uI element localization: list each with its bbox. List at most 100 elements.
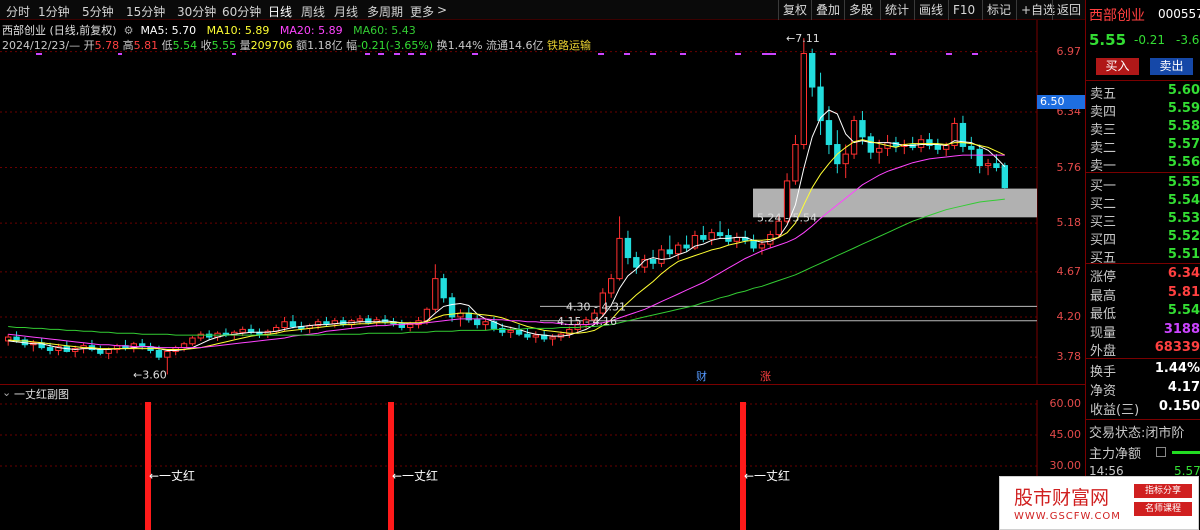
buy-button[interactable]: 买入 <box>1096 58 1139 75</box>
period-tab-fenshi[interactable]: 分时 <box>6 3 30 20</box>
ask-row-label: 卖四 <box>1090 105 1117 120</box>
signal-dot <box>735 53 741 55</box>
sub-axis-30: 30.00 <box>1049 459 1082 472</box>
candle-body <box>46 347 54 351</box>
sub-indicator-chart[interactable]: ←一丈红 ←一丈红 ←一丈红 <box>0 400 1085 530</box>
event-marker: 涨 <box>760 370 771 383</box>
price-tick-label: 6.97 <box>1056 44 1082 58</box>
candle-body <box>407 324 414 328</box>
period-tab-1min[interactable]: 1分钟 <box>38 3 70 20</box>
multi-stock-button[interactable]: 多股 <box>844 0 877 20</box>
quote-panel: 西部创业 000557 5.55 -0.21 -3.65 买入 卖出 卖五 5.6… <box>1085 0 1200 530</box>
candle-body <box>239 328 246 333</box>
mark-button[interactable]: 标记 <box>982 0 1015 20</box>
candle-body <box>532 334 539 338</box>
stat-row: 现量 3188 <box>1090 322 1200 341</box>
candle-body <box>432 278 439 310</box>
signal-dot <box>972 53 978 55</box>
ask-row-value: 5.59 <box>1167 101 1200 116</box>
checkbox-icon[interactable] <box>1156 447 1166 457</box>
signal-bar <box>740 402 746 530</box>
bid-row-value: 5.55 <box>1167 175 1200 190</box>
signal-dot <box>680 53 686 55</box>
period-tab-weekly[interactable]: 周线 <box>301 3 325 20</box>
signal-dot <box>36 53 42 55</box>
period-tab-multi[interactable]: 多周期 <box>367 3 403 20</box>
ma20-line <box>8 154 1005 349</box>
event-marker: 财 <box>696 369 707 383</box>
candle-body <box>164 350 171 358</box>
stat-row-label: 现量 <box>1090 325 1117 341</box>
candle-body <box>934 144 941 150</box>
trade-status: 交易状态:闭市阶 <box>1089 422 1184 441</box>
collapse-chevron-icon[interactable]: ⌄ <box>2 386 11 399</box>
stat-row-label: 换手 <box>1090 365 1117 380</box>
stat-row: 最低 5.54 <box>1090 303 1200 322</box>
period-tab-more[interactable]: 更多 <box>410 3 434 20</box>
candle-body <box>683 244 690 249</box>
overlay-button[interactable]: 叠加 <box>811 0 844 20</box>
signal-dot <box>830 53 836 55</box>
period-tab-30min[interactable]: 30分钟 <box>177 3 216 20</box>
current-price-marker: 6.50 <box>1037 95 1085 109</box>
candle-body <box>1001 165 1008 189</box>
candle-body <box>97 349 104 354</box>
candle-body <box>842 153 849 165</box>
bid-row-label: 买三 <box>1090 215 1117 230</box>
trade-status-value: 闭市阶 <box>1145 426 1185 441</box>
signal-dot <box>378 53 384 55</box>
period-tab-monthly[interactable]: 月线 <box>334 3 358 20</box>
candle-body <box>474 319 481 326</box>
candle-body <box>633 257 640 268</box>
price-tick-label: 5.76 <box>1056 160 1082 174</box>
stats-button[interactable]: 统计 <box>880 0 913 20</box>
signal-bar <box>388 402 394 530</box>
signal-dot <box>394 53 400 55</box>
signal-dot <box>365 53 370 55</box>
ask-row-value: 5.56 <box>1167 155 1200 170</box>
stat-row-label: 外盘 <box>1090 344 1117 359</box>
bid-row-value: 5.51 <box>1167 247 1200 262</box>
candle-body <box>876 147 883 153</box>
signal-dot <box>232 53 236 55</box>
fuquan-button[interactable]: 复权 <box>778 0 811 20</box>
candle-body <box>356 318 364 322</box>
divider <box>1086 263 1200 264</box>
back-button[interactable]: 返回 <box>1052 0 1085 20</box>
period-tab-15min[interactable]: 15分钟 <box>126 3 165 20</box>
draw-line-button[interactable]: 画线 <box>914 0 947 20</box>
signal-bar <box>145 402 151 530</box>
ask-row: 卖四 5.59 <box>1090 101 1200 120</box>
price-tick-label: 4.67 <box>1056 264 1082 278</box>
stat-row-value: 6.34 <box>1167 266 1200 281</box>
candle-body <box>658 249 665 264</box>
period-tab-daily[interactable]: 日线 <box>268 3 292 20</box>
period-tab-5min[interactable]: 5分钟 <box>82 3 114 20</box>
watermark-logo: 股市财富网 指标分享 名师课程 WWW.GSCFW.COM <box>999 476 1199 530</box>
divider <box>1086 172 1200 173</box>
stat-row: 净资 4.17 <box>1090 380 1200 399</box>
candle-body <box>524 333 531 338</box>
signal-dot <box>650 53 656 55</box>
f10-button[interactable]: F10 <box>948 0 979 20</box>
watermark-url: WWW.GSCFW.COM <box>1014 511 1121 522</box>
stat-row-value: 1.44% <box>1154 361 1200 376</box>
stat-row-label: 涨停 <box>1090 270 1117 285</box>
candle-body <box>675 244 682 255</box>
stat-row: 换手 1.44% <box>1090 361 1200 380</box>
sub-chart-header: ⌄ 一丈红副图 <box>0 384 1085 401</box>
current-price: 5.55 <box>1089 31 1127 49</box>
chevron-right-icon[interactable]: > <box>437 3 447 17</box>
watermark-badge: 名师课程 <box>1134 502 1192 516</box>
price-change: -0.21 <box>1134 33 1166 47</box>
divider <box>1086 358 1200 359</box>
kline-chart[interactable]: ←7.11 ←3.60 4.30 - 4.31 4.15 - 4.16 5.24 - 5… <box>0 20 1085 384</box>
candle-body <box>758 243 766 249</box>
signal-dot <box>472 53 478 55</box>
sell-button[interactable]: 卖出 <box>1150 58 1193 75</box>
stat-row-label: 最低 <box>1090 307 1117 322</box>
bid-row-value: 5.54 <box>1167 193 1200 208</box>
price-tick-label: 4.20 <box>1056 309 1082 323</box>
period-tab-60min[interactable]: 60分钟 <box>222 3 261 20</box>
stat-row-value: 5.54 <box>1167 303 1200 318</box>
